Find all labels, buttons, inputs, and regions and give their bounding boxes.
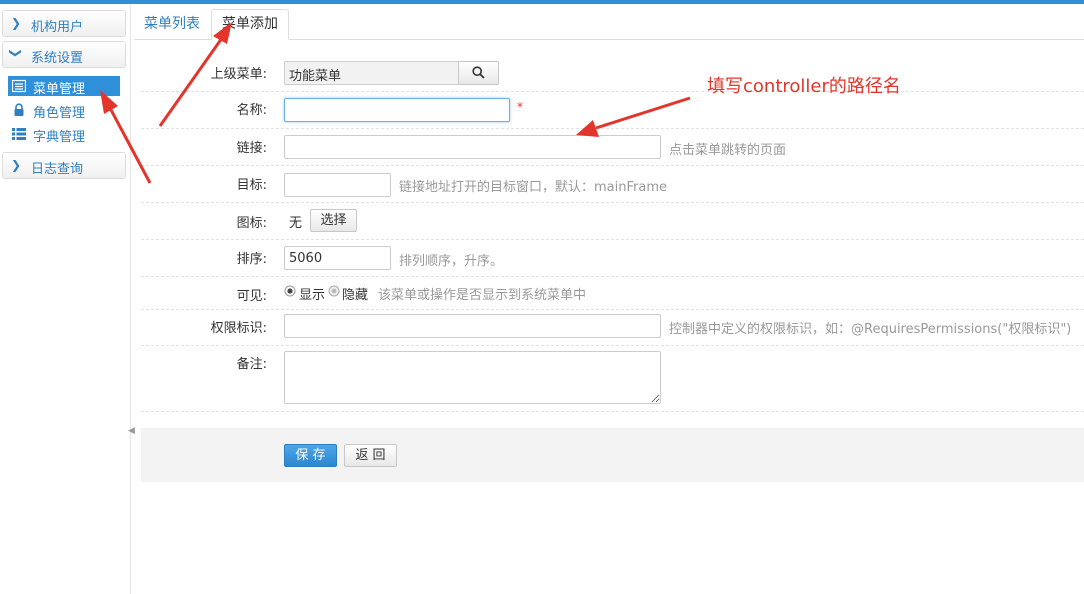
tab-menu-add[interactable]: 菜单添加 [211,9,289,40]
sidebar-group-org-users[interactable]: ❯ 机构用户 [2,10,126,37]
sidebar-item-label: 角色管理 [33,106,86,121]
form-actions: 保 存 返 回 [141,428,1084,482]
collapse-sidebar-handle[interactable]: ◀ [128,426,135,436]
visible-hide-radio[interactable] [328,285,340,297]
field-label: 名称: [236,103,267,118]
sidebar-group-label: 日志查询 [31,162,84,177]
visible-help-text: 该菜单或操作是否显示到系统菜单中 [378,288,587,303]
form-row-name: 名称: * [141,91,1084,129]
sidebar-item-menu-management[interactable]: 菜单管理 [8,76,120,97]
field-label: 链接: [236,141,267,156]
bulleted-list-icon [12,128,26,140]
form-row-remarks: 备注: [141,345,1084,412]
target-input[interactable] [284,173,391,197]
icon-select-button[interactable]: 选择 [310,209,357,232]
permission-help-text: 控制器中定义的权限标识，如：@RequiresPermissions("权限标识… [669,322,1072,337]
chevron-down-icon: ❯ [9,47,24,59]
chevron-right-icon: ❯ [11,16,22,30]
sidebar-group-log-query[interactable]: ❯ 日志查询 [2,152,126,179]
sidebar-item-role-management[interactable]: 角色管理 [8,100,120,121]
form-row-target: 目标: 链接地址打开的目标窗口，默认：mainFrame [141,165,1084,203]
form-row-permission: 权限标识: 控制器中定义的权限标识，如：@RequiresPermissions… [141,309,1084,346]
back-button[interactable]: 返 回 [344,444,397,467]
permission-input[interactable] [284,314,661,338]
field-label: 可见: [236,289,267,304]
lock-icon [14,103,24,116]
form-row-icon: 图标: 无 选择 [141,202,1084,240]
parent-menu-search-button[interactable] [458,61,499,85]
form-row-sort: 排序: 排列顺序，升序。 [141,239,1084,277]
link-help-text: 点击菜单跳转的页面 [669,143,787,158]
parent-menu-field[interactable]: 功能菜单 [284,61,459,85]
sort-help-text: 排列顺序，升序。 [399,254,504,269]
chevron-right-icon: ❯ [11,158,22,172]
form-row-link: 链接: 点击菜单跳转的页面 [141,128,1084,166]
sidebar-item-label: 菜单管理 [33,82,86,97]
form-row-visible: 可见: 显示 隐藏 该菜单或操作是否显示到系统菜单中 [141,276,1084,310]
link-input[interactable] [284,135,661,159]
field-label: 图标: [236,216,267,231]
target-help-text: 链接地址打开的目标窗口，默认：mainFrame [399,180,667,195]
required-mark: * [517,100,523,114]
visible-show-label: 显示 [299,288,326,303]
radio-unchecked-icon [328,285,340,297]
name-input[interactable] [284,98,510,122]
radio-checked-icon [284,285,296,297]
field-label: 上级菜单: [210,67,267,82]
field-label: 目标: [236,178,267,193]
visible-show-radio[interactable] [284,285,296,297]
field-label: 备注: [236,357,267,372]
sidebar-group-system-settings[interactable]: ❯ 系统设置 [2,41,126,68]
save-button[interactable]: 保 存 [284,444,337,467]
sidebar-item-label: 字典管理 [33,130,86,145]
visible-hide-label: 隐藏 [342,288,369,303]
annotation-text: 填写controller的路径名 [707,76,901,97]
icon-value: 无 [289,216,303,231]
list-icon [12,79,26,93]
sidebar-item-dictionary-management[interactable]: 字典管理 [8,124,120,145]
tab-menu-list[interactable]: 菜单列表 [134,10,210,38]
sort-input[interactable] [284,246,391,270]
sidebar: ❯ 机构用户 ❯ 系统设置 菜单管理 角色管理 字典管理 ❯ 日志查询 ◀ [0,4,135,594]
form-row-parent: 上级菜单: 功能菜单 [141,55,1084,92]
sidebar-group-label: 系统设置 [31,51,84,66]
search-icon [472,66,485,79]
field-label: 权限标识: [210,321,267,336]
remarks-textarea[interactable] [284,351,661,404]
sidebar-group-label: 机构用户 [31,20,84,35]
tab-bar: 菜单列表 菜单添加 [134,4,1084,40]
field-label: 排序: [236,252,267,267]
